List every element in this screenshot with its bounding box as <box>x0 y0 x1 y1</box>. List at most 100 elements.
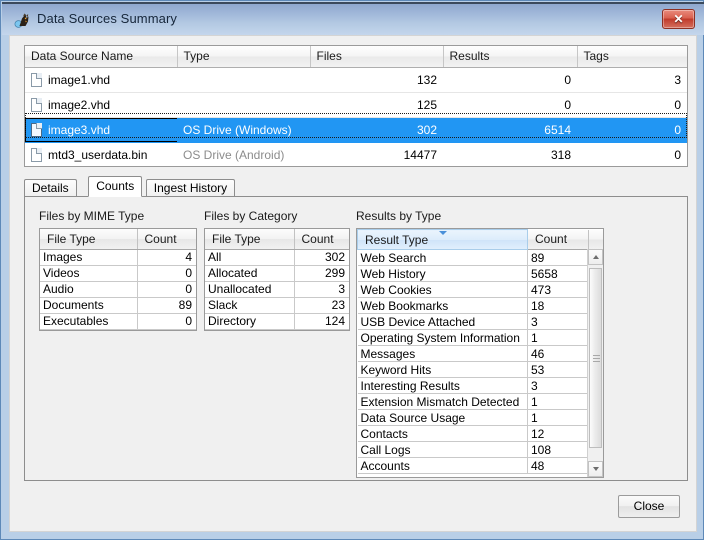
results-row[interactable]: Extension Mismatch Detected 1 <box>357 393 603 410</box>
scrollbar-thumb[interactable] <box>589 268 602 448</box>
results-cell-type: Messages <box>357 345 528 362</box>
table-row[interactable]: image2.vhd 125 0 0 <box>25 92 687 118</box>
category-cell-count: 124 <box>294 313 349 330</box>
results-row[interactable]: Accounts 48 <box>357 457 603 474</box>
mime-cell-type: Videos <box>40 265 138 282</box>
mime-table-body: Images 4 Videos 0 Audio 0 Documents 89 Executabl… <box>40 249 196 330</box>
results-cell-count: 108 <box>527 441 589 458</box>
results-vertical-scrollbar[interactable] <box>587 249 603 477</box>
cell-type <box>177 67 310 93</box>
window-close-button[interactable]: ✕ <box>662 9 695 29</box>
grip-icon <box>593 355 600 362</box>
mime-column-header-count[interactable]: Count <box>137 229 196 250</box>
results-cell-type: Web History <box>357 265 528 282</box>
column-header-data-source-name[interactable]: Data Source Name <box>25 46 178 68</box>
mime-table-wrapper[interactable]: File Type Count Images 4 Videos 0 Audio 0 Docu… <box>39 228 197 331</box>
results-table-wrapper[interactable]: Result Type Count Web Search 89 Web Histor… <box>356 228 604 478</box>
results-header-row: Result Type Count <box>357 229 603 250</box>
data-source-name-label: image2.vhd <box>48 97 111 112</box>
results-cell-type: Web Cookies <box>357 281 528 298</box>
file-icon <box>31 147 42 162</box>
results-row[interactable]: Web Cookies 473 <box>357 281 603 298</box>
cell-files: 132 <box>310 67 443 93</box>
results-cell-count: 1 <box>527 393 589 410</box>
results-cell-count: 18 <box>527 297 589 314</box>
mime-row[interactable]: Audio 0 <box>40 281 196 298</box>
data-sources-table-panel[interactable]: Data Source Name Type Files Results Tags… <box>24 45 688 167</box>
results-row[interactable]: Data Source Usage 1 <box>357 409 603 426</box>
cell-files: 14477 <box>310 142 443 166</box>
table-row[interactable]: mtd3_userdata.bin OS Drive (Android) 14477… <box>25 142 687 166</box>
results-cell-count: 12 <box>527 425 589 442</box>
column-header-results[interactable]: Results <box>443 46 578 68</box>
tab-strip: Details Counts Ingest History <box>24 176 688 197</box>
tab-details[interactable]: Details <box>24 179 77 196</box>
category-table-wrapper[interactable]: File Type Count All 302 Allocated 299 Unallo… <box>204 228 350 331</box>
section-files-by-category: Files by Category File Type Count All 302… <box>204 209 354 331</box>
window-title: Data Sources Summary <box>37 11 177 26</box>
results-row[interactable]: Keyword Hits 53 <box>357 361 603 378</box>
tab-ingest-history[interactable]: Ingest History <box>145 179 236 196</box>
results-cell-type: Call Logs <box>357 441 528 458</box>
category-column-header-file-type[interactable]: File Type <box>205 229 295 250</box>
table-row[interactable]: image3.vhd OS Drive (Windows) 302 6514 0 <box>25 117 687 143</box>
mime-row[interactable]: Executables 0 <box>40 313 196 330</box>
data-source-name-label: mtd3_userdata.bin <box>48 147 148 162</box>
cell-tags: 0 <box>577 117 687 143</box>
results-row[interactable]: Operating System Information 1 <box>357 329 603 346</box>
mime-cell-count: 4 <box>137 249 196 266</box>
category-row[interactable]: Directory 124 <box>205 313 349 330</box>
results-row[interactable]: Web Search 89 <box>357 249 603 266</box>
mime-cell-count: 0 <box>137 281 196 298</box>
cell-results: 6514 <box>443 117 577 143</box>
column-header-type[interactable]: Type <box>177 46 311 68</box>
results-row[interactable]: Interesting Results 3 <box>357 377 603 394</box>
mime-row[interactable]: Images 4 <box>40 249 196 266</box>
results-cell-count: 89 <box>527 249 589 266</box>
cell-results: 318 <box>443 142 577 166</box>
cell-data-source-name: mtd3_userdata.bin <box>25 142 177 166</box>
scroll-down-button[interactable] <box>588 461 603 477</box>
cell-files: 125 <box>310 92 443 118</box>
data-source-name-label: image3.vhd <box>48 122 111 137</box>
category-row[interactable]: Allocated 299 <box>205 265 349 282</box>
results-cell-type: Contacts <box>357 425 528 442</box>
close-button[interactable]: Close <box>618 495 680 518</box>
scroll-up-button[interactable] <box>588 249 603 265</box>
results-row[interactable]: Call Logs 108 <box>357 441 603 458</box>
mime-row[interactable]: Videos 0 <box>40 265 196 282</box>
category-column-header-count[interactable]: Count <box>294 229 349 250</box>
results-row[interactable]: USB Device Attached 3 <box>357 313 603 330</box>
results-column-header-count[interactable]: Count <box>527 229 589 250</box>
column-header-tags[interactable]: Tags <box>577 46 687 68</box>
results-cell-count: 1 <box>527 409 589 426</box>
results-row[interactable]: Messages 46 <box>357 345 603 362</box>
category-row[interactable]: All 302 <box>205 249 349 266</box>
column-header-files[interactable]: Files <box>310 46 444 68</box>
cell-type: OS Drive (Windows) <box>177 117 310 143</box>
category-cell-count: 23 <box>294 297 349 314</box>
category-cell-count: 302 <box>294 249 349 266</box>
mime-column-header-file-type[interactable]: File Type <box>40 229 138 250</box>
results-row[interactable]: Web Bookmarks 18 <box>357 297 603 314</box>
results-cell-count: 46 <box>527 345 589 362</box>
category-row[interactable]: Unallocated 3 <box>205 281 349 298</box>
results-row[interactable]: Contacts 12 <box>357 425 603 442</box>
results-cell-type: USB Device Attached <box>357 313 528 330</box>
autopsy-logo-icon <box>14 11 32 29</box>
tab-counts[interactable]: Counts <box>88 176 143 197</box>
results-column-header-result-type[interactable]: Result Type <box>357 229 528 250</box>
mime-row[interactable]: Documents 89 <box>40 297 196 314</box>
cell-data-source-name: image1.vhd <box>25 67 177 93</box>
results-cell-type: Extension Mismatch Detected <box>357 393 528 410</box>
mime-cell-type: Images <box>40 249 138 266</box>
table-row[interactable]: image1.vhd 132 0 3 <box>25 67 687 93</box>
category-row[interactable]: Slack 23 <box>205 297 349 314</box>
mime-cell-count: 0 <box>137 265 196 282</box>
results-row[interactable]: Web History 5658 <box>357 265 603 282</box>
title-bar: Data Sources Summary ✕ <box>2 2 704 35</box>
mime-cell-type: Audio <box>40 281 138 298</box>
results-cell-type: Operating System Information <box>357 329 528 346</box>
mime-cell-type: Executables <box>40 313 138 330</box>
category-cell-count: 3 <box>294 281 349 298</box>
